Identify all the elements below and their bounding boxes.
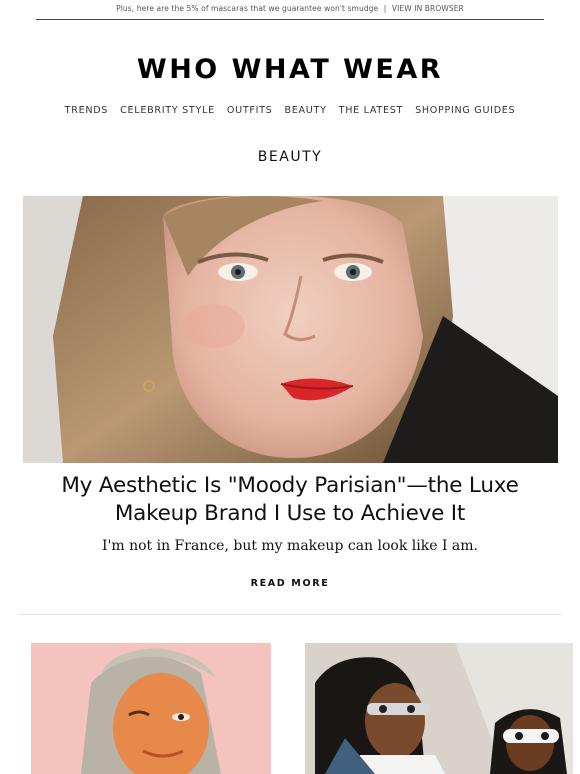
nav-item-outfits[interactable]: OUTFITS <box>227 105 273 116</box>
nav-item-trends[interactable]: TRENDS <box>65 105 108 116</box>
nav-item-shopping-guides[interactable]: SHOPPING GUIDES <box>415 105 515 116</box>
header-rule <box>36 19 544 20</box>
nav-item-celebrity-style[interactable]: CELEBRITY STYLE <box>120 105 215 116</box>
face-mask-illustration <box>31 643 271 774</box>
preheader-text: Plus, here are the 5% of mascaras that w… <box>116 4 379 13</box>
section-divider <box>18 614 562 615</box>
feature-subhead: I'm not in France, but my makeup can loo… <box>101 538 479 554</box>
nav-item-beauty[interactable]: BEAUTY <box>284 105 326 116</box>
preheader-separator: | <box>383 4 387 13</box>
read-more-link[interactable]: READ MORE <box>0 578 580 589</box>
hero-portrait-illustration <box>23 196 558 463</box>
feature-headline[interactable]: My Aesthetic Is "Moody Parisian"—the Lux… <box>40 472 540 528</box>
section-title: BEAUTY <box>257 149 323 165</box>
street-style-illustration <box>305 643 573 774</box>
view-in-browser-link[interactable]: VIEW IN BROWSER <box>392 4 464 13</box>
brand-logo[interactable]: WHO WHAT WEAR <box>0 54 580 85</box>
preheader: Plus, here are the 5% of mascaras that w… <box>0 4 580 13</box>
nav-item-the-latest[interactable]: THE LATEST <box>339 105 403 116</box>
main-nav: TRENDS CELEBRITY STYLE OUTFITS BEAUTY TH… <box>0 105 580 116</box>
article-card-image-right[interactable] <box>305 643 573 774</box>
article-card-image-left[interactable] <box>31 643 271 774</box>
hero-image[interactable] <box>23 196 558 463</box>
